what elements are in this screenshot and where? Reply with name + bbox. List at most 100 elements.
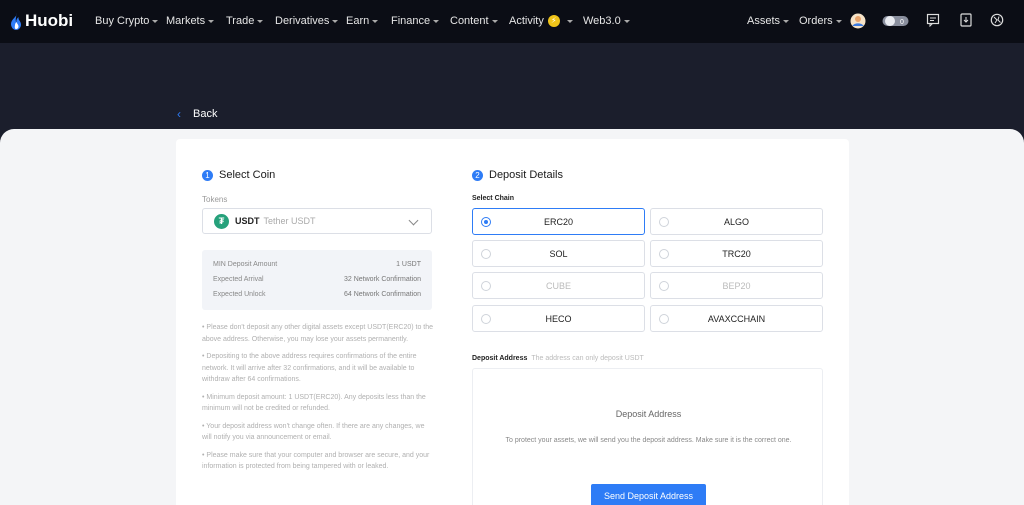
radio-icon bbox=[481, 249, 491, 259]
nav-content[interactable]: Content bbox=[450, 15, 498, 27]
nav-markets[interactable]: Markets bbox=[166, 15, 215, 27]
note-item: • Depositing to the above address requir… bbox=[202, 353, 417, 383]
nav-label: Activity bbox=[509, 15, 544, 27]
radio-icon bbox=[659, 281, 669, 291]
step-title: Deposit Details bbox=[489, 169, 563, 181]
globe-icon bbox=[990, 13, 1004, 27]
nav-label: Finance bbox=[391, 15, 431, 27]
deposit-address-label: Deposit Address The address can only depo… bbox=[472, 355, 644, 362]
note-item: • Minimum deposit amount: 1 USDT(ERC20).… bbox=[202, 393, 426, 413]
info-row: MIN Deposit Amount 1 USDT bbox=[213, 261, 421, 268]
address-label-text: Deposit Address bbox=[472, 355, 528, 362]
nav-web3[interactable]: Web3.0 bbox=[583, 15, 630, 27]
huobi-logo[interactable]: Huobi bbox=[10, 11, 73, 31]
caret-down-icon bbox=[257, 19, 264, 23]
caret-down-icon bbox=[332, 19, 339, 23]
toggle-switch[interactable]: 0 bbox=[882, 13, 910, 29]
deposit-notes: • Please don't deposit any other digital… bbox=[202, 322, 434, 479]
messages-button[interactable] bbox=[926, 13, 942, 29]
info-value: 64 Network Confirmation bbox=[343, 291, 421, 298]
nav-trade[interactable]: Trade bbox=[226, 15, 264, 27]
nav-finance[interactable]: Finance bbox=[391, 15, 440, 27]
toggle-icon: 0 bbox=[882, 16, 909, 26]
radio-icon bbox=[481, 314, 491, 324]
note-item: • Please make sure that your computer an… bbox=[202, 451, 430, 471]
step-select-coin: 1 Select Coin bbox=[202, 169, 275, 181]
info-row: Expected Unlock 64 Network Confirmation bbox=[213, 291, 421, 298]
step-number: 1 bbox=[202, 169, 213, 181]
chain-label: TRC20 bbox=[722, 248, 751, 259]
step-deposit-details: 2 Deposit Details bbox=[472, 169, 563, 181]
radio-icon bbox=[481, 281, 491, 291]
caret-down-icon bbox=[835, 19, 842, 23]
brand-name: Huobi bbox=[25, 11, 74, 30]
nav-label: Markets bbox=[166, 15, 206, 27]
nav-label: Web3.0 bbox=[583, 15, 621, 27]
chain-option-heco[interactable]: HECO bbox=[472, 305, 645, 332]
chain-label: CUBE bbox=[545, 280, 571, 291]
back-link[interactable]: ‹ Back bbox=[177, 107, 217, 121]
nav-orders[interactable]: Orders bbox=[799, 15, 842, 27]
nav-assets[interactable]: Assets bbox=[747, 15, 790, 27]
chain-option-cube: CUBE bbox=[472, 272, 645, 299]
chain-label: SOL bbox=[549, 248, 568, 259]
radio-icon bbox=[659, 217, 669, 227]
nav-earn[interactable]: Earn bbox=[346, 15, 379, 27]
chain-option-bep20: BEP20 bbox=[650, 272, 823, 299]
step-title: Select Coin bbox=[219, 169, 276, 181]
info-row: Expected Arrival 32 Network Confirmation bbox=[213, 276, 421, 283]
info-value: 1 USDT bbox=[396, 261, 421, 268]
tokens-label: Tokens bbox=[202, 195, 228, 204]
address-description: To protect your assets, we will send you… bbox=[505, 437, 792, 444]
avatar[interactable] bbox=[850, 13, 866, 29]
back-label: Back bbox=[193, 108, 218, 120]
nav-label: Derivatives bbox=[275, 15, 330, 27]
chain-label: ALGO bbox=[723, 216, 749, 227]
nav-label: Buy Crypto bbox=[95, 15, 150, 27]
caret-down-icon bbox=[208, 19, 215, 23]
radio-icon bbox=[659, 314, 669, 324]
download-icon bbox=[960, 13, 972, 27]
top-nav: Huobi Buy Crypto Markets Trade Derivativ… bbox=[0, 0, 1024, 43]
info-label: Expected Unlock bbox=[213, 291, 266, 298]
message-icon bbox=[926, 13, 940, 28]
deposit-address-box: Deposit Address To protect your assets, … bbox=[472, 368, 823, 505]
chain-option-avaxcchain[interactable]: AVAXCCHAIN bbox=[650, 305, 823, 332]
nav-label: Assets bbox=[747, 15, 781, 27]
token-select[interactable]: ₮ USDT Tether USDT bbox=[202, 208, 432, 234]
caret-down-icon bbox=[491, 19, 498, 23]
chain-label: ERC20 bbox=[543, 216, 573, 227]
step-number: 2 bbox=[472, 169, 483, 181]
token-name: Tether USDT bbox=[263, 216, 316, 226]
chain-option-trc20[interactable]: TRC20 bbox=[650, 240, 823, 267]
avatar-icon bbox=[850, 13, 866, 29]
chain-label: BEP20 bbox=[722, 280, 751, 291]
chevron-down-icon bbox=[408, 215, 419, 226]
select-chain-label: Select Chain bbox=[472, 195, 515, 202]
radio-icon bbox=[481, 217, 491, 227]
caret-down-icon bbox=[433, 19, 440, 23]
language-button[interactable] bbox=[990, 13, 1006, 29]
download-button[interactable] bbox=[959, 13, 975, 29]
nav-label: Trade bbox=[226, 15, 255, 27]
nav-derivatives[interactable]: Derivatives bbox=[275, 15, 339, 27]
toggle-value: 0 bbox=[900, 19, 904, 26]
chain-label: HECO bbox=[545, 313, 572, 324]
caret-down-icon bbox=[152, 19, 159, 23]
info-value: 32 Network Confirmation bbox=[343, 276, 421, 283]
flame-icon bbox=[11, 12, 21, 30]
chevron-left-icon: ‹ bbox=[177, 107, 181, 121]
chain-label: AVAXCCHAIN bbox=[707, 313, 766, 324]
chain-option-algo[interactable]: ALGO bbox=[650, 208, 823, 235]
token-symbol: USDT bbox=[235, 216, 260, 226]
caret-down-icon bbox=[372, 19, 379, 23]
info-label: Expected Arrival bbox=[213, 276, 264, 283]
activity-coin-icon: ⚡ bbox=[547, 15, 560, 27]
nav-label: Content bbox=[450, 15, 489, 27]
chain-option-sol[interactable]: SOL bbox=[472, 240, 645, 267]
nav-buy-crypto[interactable]: Buy Crypto bbox=[95, 15, 159, 27]
chain-option-erc20[interactable]: ERC20 bbox=[472, 208, 645, 235]
send-deposit-address-button[interactable]: Send Deposit Address bbox=[591, 484, 706, 505]
nav-activity[interactable]: Activity ⚡ bbox=[509, 15, 573, 27]
caret-down-icon bbox=[783, 19, 790, 23]
